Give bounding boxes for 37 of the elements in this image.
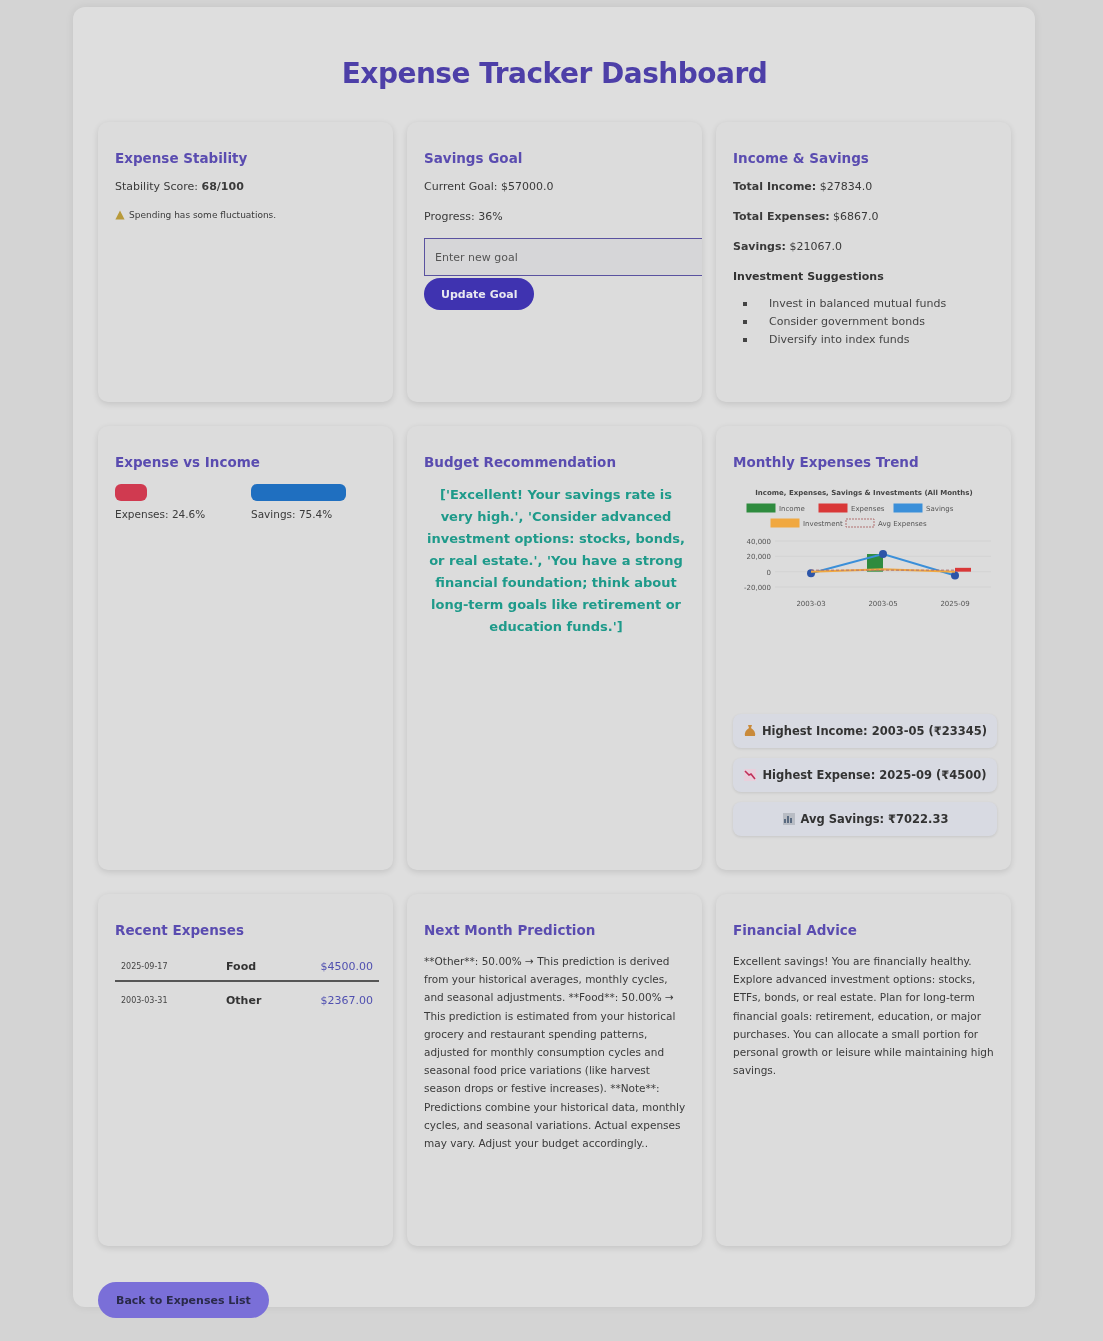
suggestion-text: Consider government bonds bbox=[769, 314, 925, 330]
card-heading: Next Month Prediction bbox=[424, 922, 597, 938]
page-title: Expense Tracker Dashboard bbox=[340, 57, 769, 90]
suggestion-text: Invest in balanced mutual funds bbox=[769, 296, 947, 312]
card-heading: Income & Savings bbox=[733, 150, 870, 166]
suggestions-heading: Investment Suggestions bbox=[733, 270, 885, 283]
recommendation-text: ['Excellent! Your savings rate is very high.', 'Consider advanced investment options: stocks, bonds, or real estate.', 'You have a strong financial foundation; think about long-term goals like retirement or education funds.'] bbox=[426, 486, 686, 636]
suggestion-text: Diversify into index funds bbox=[769, 332, 910, 348]
expense-date: 2025-09-17 bbox=[120, 961, 169, 971]
stat-text: Highest Income: 2003-05 (₹23345) bbox=[762, 724, 987, 738]
stability-score: Stability Score: 68/100 bbox=[115, 180, 245, 193]
card-heading: Financial Advice bbox=[733, 922, 858, 938]
card-heading: Monthly Expenses Trend bbox=[733, 454, 920, 470]
card-heading: Expense vs Income bbox=[115, 454, 261, 470]
bar-label: Expenses: 24.6% bbox=[115, 508, 207, 520]
stat-text: Highest Expense: 2025-09 (₹4500) bbox=[762, 768, 987, 782]
bar-label: Savings: 75.4% bbox=[251, 508, 334, 520]
expense-amount: $4500.00 bbox=[319, 959, 374, 973]
advice-text: Excellent savings! You are financially healthy. Explore advanced investment options: stocks, ETFs, bonds, or real estate. Plan for long-term financial goals: retirement, education, or major purchases. You can allocate a small portion for personal growth or leisure while maintaining high savings. bbox=[733, 954, 995, 1079]
summary-line: Total Income: $27834.0 bbox=[733, 180, 874, 193]
stat-text: Avg Savings: ₹7022.33 bbox=[800, 812, 949, 826]
card-heading: Budget Recommendation bbox=[424, 454, 617, 470]
current-goal: Current Goal: $57000.0 bbox=[424, 180, 555, 193]
goal-input-field[interactable]: Enter new goal bbox=[424, 238, 702, 276]
expense-amount: $2367.00 bbox=[319, 993, 374, 1007]
expense-category: Other bbox=[226, 993, 263, 1007]
card-heading: Expense Stability bbox=[115, 150, 249, 166]
summary-line: Total Expenses: $6867.0 bbox=[733, 210, 880, 223]
expense-date: 2003-03-31 bbox=[120, 995, 169, 1005]
card-heading: Savings Goal bbox=[424, 150, 524, 166]
expense-category: Food bbox=[226, 959, 258, 973]
summary-line: Savings: $21067.0 bbox=[733, 240, 843, 253]
prediction-text: **Other**: 50.00% → This prediction is derived from your historical averages, monthly cycles, and seasonal adjustments. **Food**: 50.00% → This prediction is estimated from your historical grocery and restaurant spending patterns, adjusted for monthly consumption cycles and seasonal food price variations (like harvest season drops or festive increases). **Note**: Predictions combine your historical data, monthly cycles, and seasonal variations. Actual expenses may vary. Adjust your budget accordingly.. bbox=[424, 954, 687, 1152]
progress-text: Progress: 36% bbox=[424, 210, 504, 223]
warning-text: Spending has some fluctuations. bbox=[129, 210, 277, 220]
update-goal-button[interactable]: Update Goal bbox=[424, 278, 535, 310]
card-heading: Recent Expenses bbox=[115, 922, 246, 938]
